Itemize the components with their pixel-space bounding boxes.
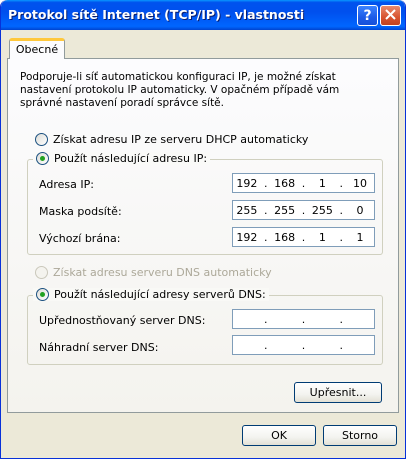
ip-octet: 255	[236, 203, 258, 217]
alternate-dns-field[interactable]: . . .	[232, 335, 375, 355]
preferred-dns-label: Upřednostňovaný server DNS:	[39, 314, 206, 327]
ip-manual-radio[interactable]	[36, 152, 49, 165]
ip-octet: 1	[356, 230, 364, 244]
description-text: Podporuje-li síť automatickou konfigurac…	[20, 71, 340, 109]
ip-dot: .	[301, 230, 306, 244]
ip-dot: .	[264, 230, 268, 244]
ip-octet: 0	[356, 203, 364, 217]
ip-address-label: Adresa IP:	[39, 178, 94, 191]
dns-manual-label: Použít následující adresy serverů DNS:	[54, 288, 266, 301]
ip-dot: .	[264, 312, 268, 326]
ip-dot: .	[301, 338, 306, 352]
ip-octet: 255	[274, 203, 296, 217]
ip-dot: .	[264, 203, 268, 217]
close-icon	[385, 8, 396, 23]
ip-octet: 1	[318, 230, 326, 244]
ip-dot: .	[339, 338, 343, 352]
close-button[interactable]	[380, 5, 401, 26]
ip-octet: 168	[274, 230, 296, 244]
dialog-window: Protokol sítě Internet (TCP/IP) - vlastn…	[0, 0, 406, 459]
ip-dot: .	[339, 176, 343, 190]
advanced-button[interactable]: Upřesnit...	[294, 382, 382, 403]
dns-auto-option[interactable]: Získat adresu serveru DNS automaticky	[35, 266, 272, 279]
window-title: Protokol sítě Internet (TCP/IP) - vlastn…	[8, 7, 305, 22]
help-icon: ?	[363, 7, 372, 24]
ip-octet: 192	[236, 230, 258, 244]
dns-manual-radio[interactable]	[36, 288, 49, 301]
ip-octet: 1	[318, 176, 326, 190]
ip-dot: .	[301, 176, 306, 190]
ip-dot: .	[301, 203, 306, 217]
subnet-mask-label: Maska podsítě:	[39, 205, 122, 218]
ip-auto-label: Získat adresu IP ze serveru DHCP automat…	[53, 133, 309, 146]
ip-dot: .	[264, 176, 268, 190]
cancel-button[interactable]: Storno	[323, 425, 397, 446]
ip-manual-option[interactable]: Použít následující adresu IP:	[33, 152, 211, 165]
ip-address-field[interactable]: 192. 168. 1. 10	[232, 173, 375, 193]
alternate-dns-label: Náhradní server DNS:	[39, 341, 159, 354]
ip-auto-radio[interactable]	[35, 133, 48, 146]
ip-octet: 192	[236, 176, 258, 190]
preferred-dns-field[interactable]: . . .	[232, 309, 375, 329]
ip-octet: 10	[353, 176, 368, 190]
ip-dot: .	[301, 312, 306, 326]
gateway-label: Výchozí brána:	[39, 232, 121, 245]
tab-general[interactable]: Obecné	[9, 38, 65, 59]
ip-octet: 255	[311, 203, 333, 217]
gateway-field[interactable]: 192. 168. 1. 1	[232, 227, 375, 247]
dns-auto-radio[interactable]	[35, 266, 48, 279]
ip-auto-option[interactable]: Získat adresu IP ze serveru DHCP automat…	[35, 133, 308, 146]
ip-octet: 168	[274, 176, 296, 190]
help-button[interactable]: ?	[357, 5, 378, 26]
ip-dot: .	[264, 338, 268, 352]
ip-dot: .	[339, 203, 343, 217]
subnet-mask-field[interactable]: 255. 255. 255. 0	[232, 200, 375, 220]
dns-manual-option[interactable]: Použít následující adresy serverů DNS:	[33, 288, 269, 301]
title-bar[interactable]: Protokol sítě Internet (TCP/IP) - vlastn…	[1, 0, 405, 30]
ok-button[interactable]: OK	[242, 425, 316, 446]
ip-manual-label: Použít následující adresu IP:	[54, 152, 208, 165]
ip-dot: .	[339, 230, 343, 244]
ip-dot: .	[339, 312, 343, 326]
dns-auto-label: Získat adresu serveru DNS automaticky	[53, 266, 272, 279]
